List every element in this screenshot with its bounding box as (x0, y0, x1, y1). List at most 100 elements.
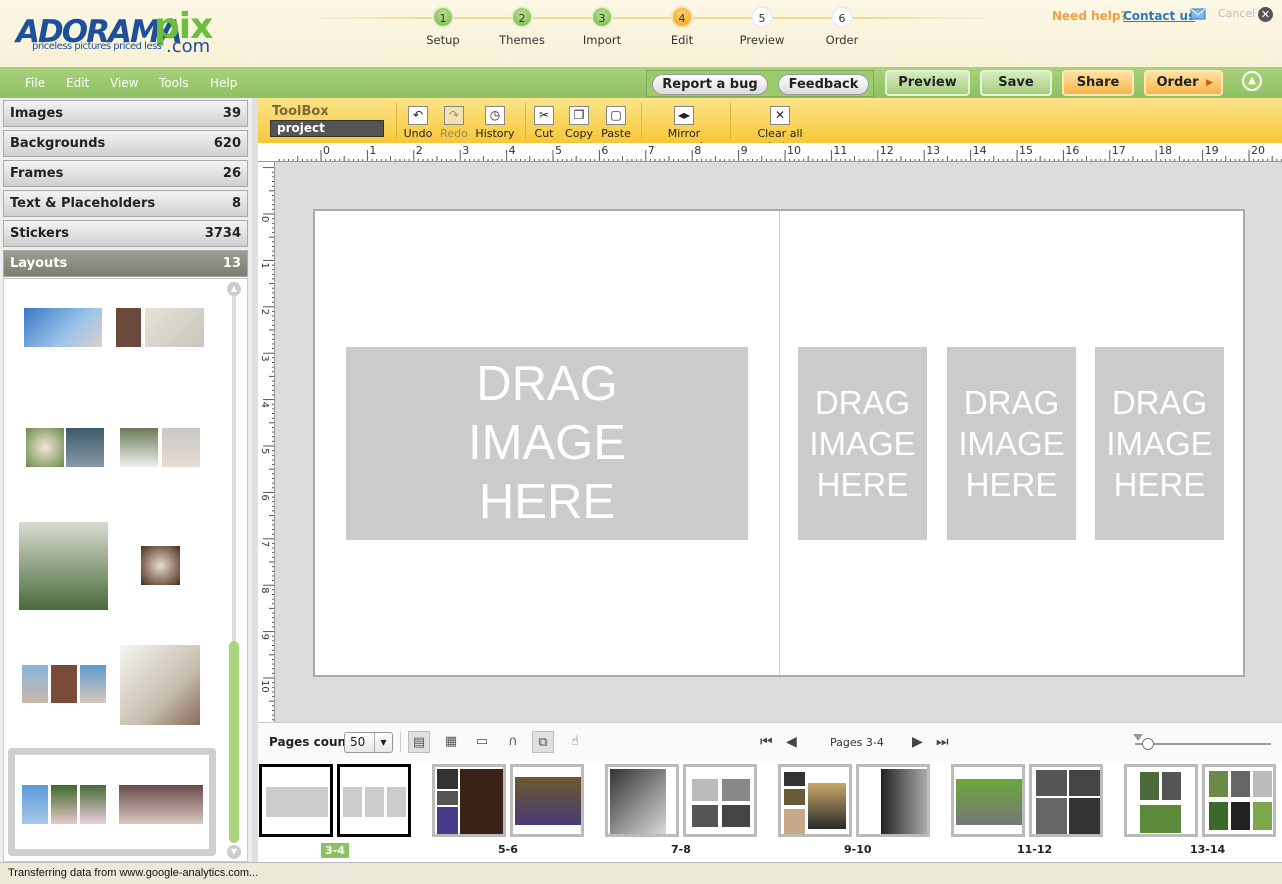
cut-button[interactable]: ✂ Cut (530, 106, 558, 140)
page-thumbnail[interactable] (259, 764, 333, 837)
step-preview[interactable]: 5 Preview (722, 6, 802, 47)
toolbox-title: ToolBox (272, 104, 329, 119)
redo-button[interactable]: ↷ Redo (440, 106, 468, 140)
layout-thumb[interactable] (24, 308, 104, 348)
chevron-down-icon[interactable]: ▼ (374, 733, 392, 752)
layout-thumb[interactable] (116, 308, 206, 348)
image-placeholder[interactable]: DRAG IMAGE HERE (1095, 347, 1224, 540)
page-thumbnail[interactable] (1202, 764, 1276, 837)
layout-thumb[interactable] (120, 645, 202, 727)
category-frames[interactable]: Frames 26 (3, 160, 248, 187)
image-placeholder[interactable]: DRAG IMAGE HERE (798, 347, 927, 540)
snap-magnet-icon[interactable]: ∩ (502, 731, 524, 753)
category-images[interactable]: Images 39 (3, 100, 248, 127)
last-page-icon[interactable]: ⏭ (936, 734, 949, 750)
ruler-label: 9 (259, 634, 270, 640)
order-button[interactable]: Order ▶ (1144, 70, 1223, 96)
next-page-icon[interactable]: ▶ (912, 734, 923, 750)
cancel-link[interactable]: Cancel (1218, 7, 1255, 20)
page-thumbnail[interactable] (683, 764, 757, 837)
category-backgrounds[interactable]: Backgrounds 620 (3, 130, 248, 157)
page-label[interactable]: 5-6 (498, 843, 518, 856)
page-thumbnail[interactable] (1029, 764, 1103, 837)
layout-photo (162, 428, 200, 467)
page-thumbnail[interactable] (432, 764, 506, 837)
step-themes[interactable]: 2 Themes (482, 6, 562, 47)
first-page-icon[interactable]: ⏮ (760, 734, 773, 750)
save-button[interactable]: Save (980, 70, 1052, 96)
layout-thumb-selected[interactable] (8, 748, 216, 856)
scroll-up-icon[interactable]: ▲ (227, 282, 241, 296)
page-label[interactable]: 11-12 (1017, 843, 1052, 856)
page-thumbnail[interactable] (510, 764, 584, 837)
copy-icon: ❐ (569, 106, 589, 125)
category-count: 13 (222, 256, 241, 271)
category-label: Frames (10, 166, 64, 181)
spread-view-icon[interactable]: ⧉ (532, 731, 554, 753)
step-edit[interactable]: 4 Edit (642, 6, 722, 47)
category-count: 8 (231, 196, 241, 211)
history-button[interactable]: ◷ History (475, 106, 515, 140)
category-stickers[interactable]: Stickers 3734 (3, 220, 248, 247)
collapse-header-icon[interactable]: ▲ (1242, 71, 1262, 91)
bleed-toggle-icon[interactable]: ▭ (471, 731, 493, 753)
scroll-down-icon[interactable]: ▼ (227, 845, 241, 859)
page-thumbnail[interactable] (337, 764, 411, 837)
layout-photo (141, 546, 180, 585)
image-placeholder[interactable]: DRAG IMAGE HERE (346, 347, 748, 540)
step-label: Order (825, 33, 859, 47)
ruler-label: 11 (833, 144, 847, 157)
logo[interactable]: ADORAMA pix priceless pictures priced le… (16, 6, 226, 57)
ruler-label: 6 (601, 144, 608, 157)
page-thumbnail[interactable] (856, 764, 930, 837)
layout-thumb[interactable] (19, 522, 109, 612)
arrow-right-icon: ▶ (1206, 78, 1213, 88)
close-icon[interactable]: ✕ (1258, 7, 1273, 22)
image-placeholder[interactable]: DRAG IMAGE HERE (947, 347, 1076, 540)
layout-thumb[interactable] (26, 428, 106, 468)
page-label[interactable]: 13-14 (1190, 843, 1225, 856)
page-label[interactable]: 7-8 (671, 843, 691, 856)
layout-thumb[interactable] (22, 665, 108, 705)
category-count: 620 (213, 136, 241, 151)
layout-thumb[interactable] (141, 546, 181, 586)
thumbnail-photo (1209, 771, 1228, 797)
page-thumbnail[interactable] (605, 764, 679, 837)
thumbnail-photo (387, 787, 406, 817)
zoom-slider[interactable] (1135, 743, 1271, 745)
page-thumbnail[interactable] (1124, 764, 1198, 837)
category-text-placeholders[interactable]: Text & Placeholders 8 (3, 190, 248, 217)
add-hand-icon[interactable]: ☝ (564, 731, 586, 753)
share-button[interactable]: Share (1062, 70, 1134, 96)
mail-icon[interactable] (1190, 8, 1206, 20)
category-layouts[interactable]: Layouts 13 (3, 250, 248, 277)
layout-photo (80, 785, 106, 824)
placeholder-text: DRAG IMAGE HERE (809, 383, 916, 504)
ruler-label: 6 (259, 494, 270, 500)
zoom-marker-icon (1133, 734, 1143, 741)
thumbnail-photo (610, 769, 666, 834)
step-import[interactable]: 3 Import (562, 6, 642, 47)
paste-button[interactable]: ▢ Paste (600, 106, 632, 140)
project-name-field[interactable]: project (270, 120, 384, 137)
ruler-toggle-icon[interactable]: ▤ (408, 731, 430, 753)
page-label[interactable]: 9-10 (844, 843, 872, 856)
copy-button[interactable]: ❐ Copy (564, 106, 594, 140)
layouts-scrollbar-thumb[interactable] (229, 641, 239, 843)
page-label[interactable]: 3-4 (321, 843, 349, 858)
category-label: Layouts (10, 256, 68, 271)
page-thumbnail[interactable] (951, 764, 1025, 837)
prev-page-icon[interactable]: ◀ (786, 734, 797, 750)
thumbnail-photo (722, 779, 750, 801)
step-setup[interactable]: 1 Setup (403, 6, 483, 47)
grid-toggle-icon[interactable]: ▦ (440, 731, 462, 753)
zoom-slider-handle[interactable] (1142, 738, 1154, 750)
page-thumbnail[interactable] (778, 764, 852, 837)
layout-thumb[interactable] (120, 428, 204, 468)
contact-us-link[interactable]: Contact us (1123, 9, 1195, 23)
tool-label: History (475, 127, 515, 140)
step-order[interactable]: 6 Order (802, 6, 882, 47)
preview-button[interactable]: Preview (885, 70, 970, 96)
ruler-label: 0 (259, 216, 270, 222)
undo-button[interactable]: ↶ Undo (403, 106, 433, 140)
